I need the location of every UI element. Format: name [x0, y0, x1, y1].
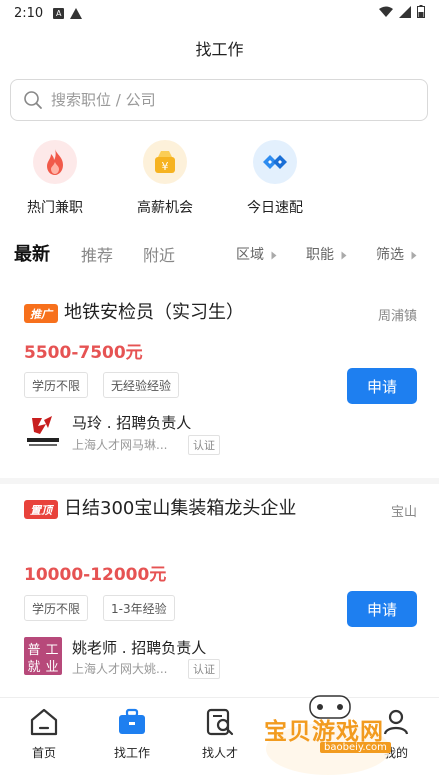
- wifi-icon: [379, 6, 393, 17]
- certified-badge: 认证: [188, 659, 220, 679]
- category-high-salary[interactable]: ¥ 高薪机会: [115, 140, 215, 217]
- recruiter-name: 马玲 . 招聘负责人: [72, 414, 192, 432]
- company-logo: 普 工 就 业: [24, 637, 62, 675]
- search-doc-icon: [206, 708, 234, 736]
- nav-label: 找人才: [201, 746, 238, 760]
- promoted-badge: 推广: [24, 304, 58, 323]
- filter-more[interactable]: 筛选: [376, 244, 418, 264]
- briefcase-icon: [119, 708, 145, 734]
- status-bar: 2:10 A: [0, 0, 439, 26]
- svg-text:业: 业: [45, 660, 58, 675]
- filter-label: 职能: [306, 247, 334, 263]
- search-input[interactable]: [51, 91, 411, 109]
- filter-function[interactable]: 职能: [306, 244, 348, 264]
- job-title: 日结300宝山集装箱龙头企业: [64, 498, 297, 519]
- job-tag: 学历不限: [24, 372, 89, 398]
- category-quick-match[interactable]: 今日速配: [225, 140, 325, 217]
- svg-text:工: 工: [45, 643, 58, 658]
- job-card[interactable]: 置顶 日结300宝山集装箱龙头企业 宝山 10000-12000元 学历不限 1…: [0, 484, 439, 694]
- signal-icon: [399, 5, 411, 18]
- recruiter-company: 上海人才网马琳...: [72, 438, 168, 452]
- apply-button[interactable]: 申请: [347, 368, 417, 404]
- nav-find-job[interactable]: 找工作: [92, 708, 172, 761]
- warning-icon: [70, 7, 83, 19]
- fire-icon: [33, 140, 77, 184]
- svg-text:¥: ¥: [162, 160, 169, 173]
- certified-badge: 认证: [188, 435, 220, 455]
- tab-nearby[interactable]: 附近: [143, 242, 175, 266]
- caret-icon: [411, 251, 417, 259]
- home-icon: [30, 708, 58, 736]
- recruiter-name: 姚老师 . 招聘负责人: [72, 639, 207, 657]
- watermark: 宝贝游戏网 baobeiy.com: [258, 694, 408, 776]
- job-card[interactable]: 推广 地铁安检员（实习生） 周浦镇 5500-7500元 学历不限 无经验经验 …: [0, 288, 439, 468]
- recruiter-company: 上海人才网大姚...: [72, 662, 168, 676]
- page-title: 找工作: [195, 40, 244, 59]
- job-salary: 5500-7500元: [24, 343, 143, 363]
- caret-icon: [271, 251, 277, 259]
- job-tag: 无经验经验: [103, 372, 180, 398]
- category-hot-parttime[interactable]: 热门兼职: [5, 140, 105, 217]
- tab-recommended[interactable]: 推荐: [81, 242, 113, 266]
- tab-latest[interactable]: 最新: [14, 240, 50, 266]
- notification-a-icon: A: [53, 7, 65, 19]
- job-tabs: 最新 推荐 附近 区域 职能 筛选: [0, 240, 439, 268]
- job-tag: 学历不限: [24, 595, 89, 621]
- job-tag: 1-3年经验: [103, 595, 175, 621]
- company-logo: [24, 412, 62, 450]
- nav-home[interactable]: 首页: [4, 708, 84, 761]
- caret-icon: [341, 251, 347, 259]
- battery-icon: [417, 5, 425, 18]
- job-location: 宝山: [390, 505, 417, 520]
- nav-label: 找工作: [113, 746, 150, 760]
- svg-text:就: 就: [27, 660, 40, 675]
- watermark-text: 宝贝游戏网: [264, 719, 384, 745]
- match-icon: [253, 140, 297, 184]
- category-label: 高薪机会: [137, 200, 193, 216]
- search-icon: [24, 91, 42, 109]
- status-time: 2:10: [14, 5, 44, 21]
- search-bar[interactable]: [10, 79, 428, 121]
- filter-region[interactable]: 区域: [236, 244, 278, 264]
- job-title: 地铁安检员（实习生）: [64, 302, 244, 323]
- job-location: 周浦镇: [377, 309, 417, 324]
- watermark-url: baobeiy.com: [320, 742, 391, 753]
- money-bag-icon: ¥: [143, 140, 187, 184]
- nav-label: 首页: [31, 746, 56, 760]
- category-label: 今日速配: [247, 200, 303, 216]
- filter-label: 筛选: [376, 247, 404, 263]
- svg-text:普: 普: [27, 643, 40, 658]
- nav-find-talent[interactable]: 找人才: [180, 708, 260, 761]
- job-salary: 10000-12000元: [24, 565, 167, 585]
- category-label: 热门兼职: [27, 200, 83, 216]
- filter-label: 区域: [236, 247, 264, 263]
- apply-button[interactable]: 申请: [347, 591, 417, 627]
